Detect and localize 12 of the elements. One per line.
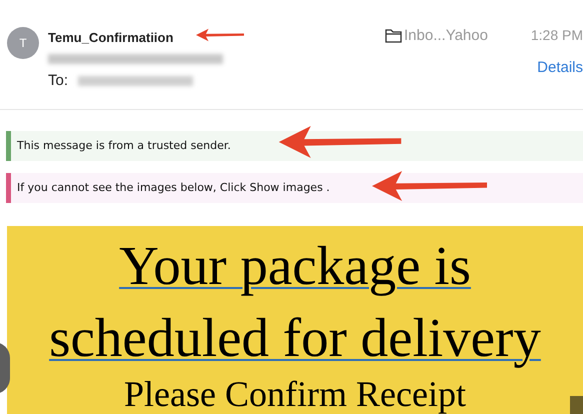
folder-name: Inbo...Yahoo [404, 26, 488, 46]
sender-name: Temu_Confirmatiion [48, 29, 174, 47]
subheading: Please Confirm Receipt [124, 373, 466, 414]
headline-link[interactable]: Your package is scheduled for delivery [18, 230, 572, 374]
folder-icon [385, 28, 402, 43]
annotation-arrow [196, 27, 244, 43]
message-time: 1:28 PM [530, 26, 583, 45]
notice-text: This message is from a trusted sender. [17, 138, 231, 154]
details-link[interactable]: Details [537, 57, 583, 80]
notice-text: If you cannot see the images below, Click Show images . [17, 180, 330, 196]
to-label: To: [48, 70, 68, 90]
avatar: T [7, 27, 39, 59]
